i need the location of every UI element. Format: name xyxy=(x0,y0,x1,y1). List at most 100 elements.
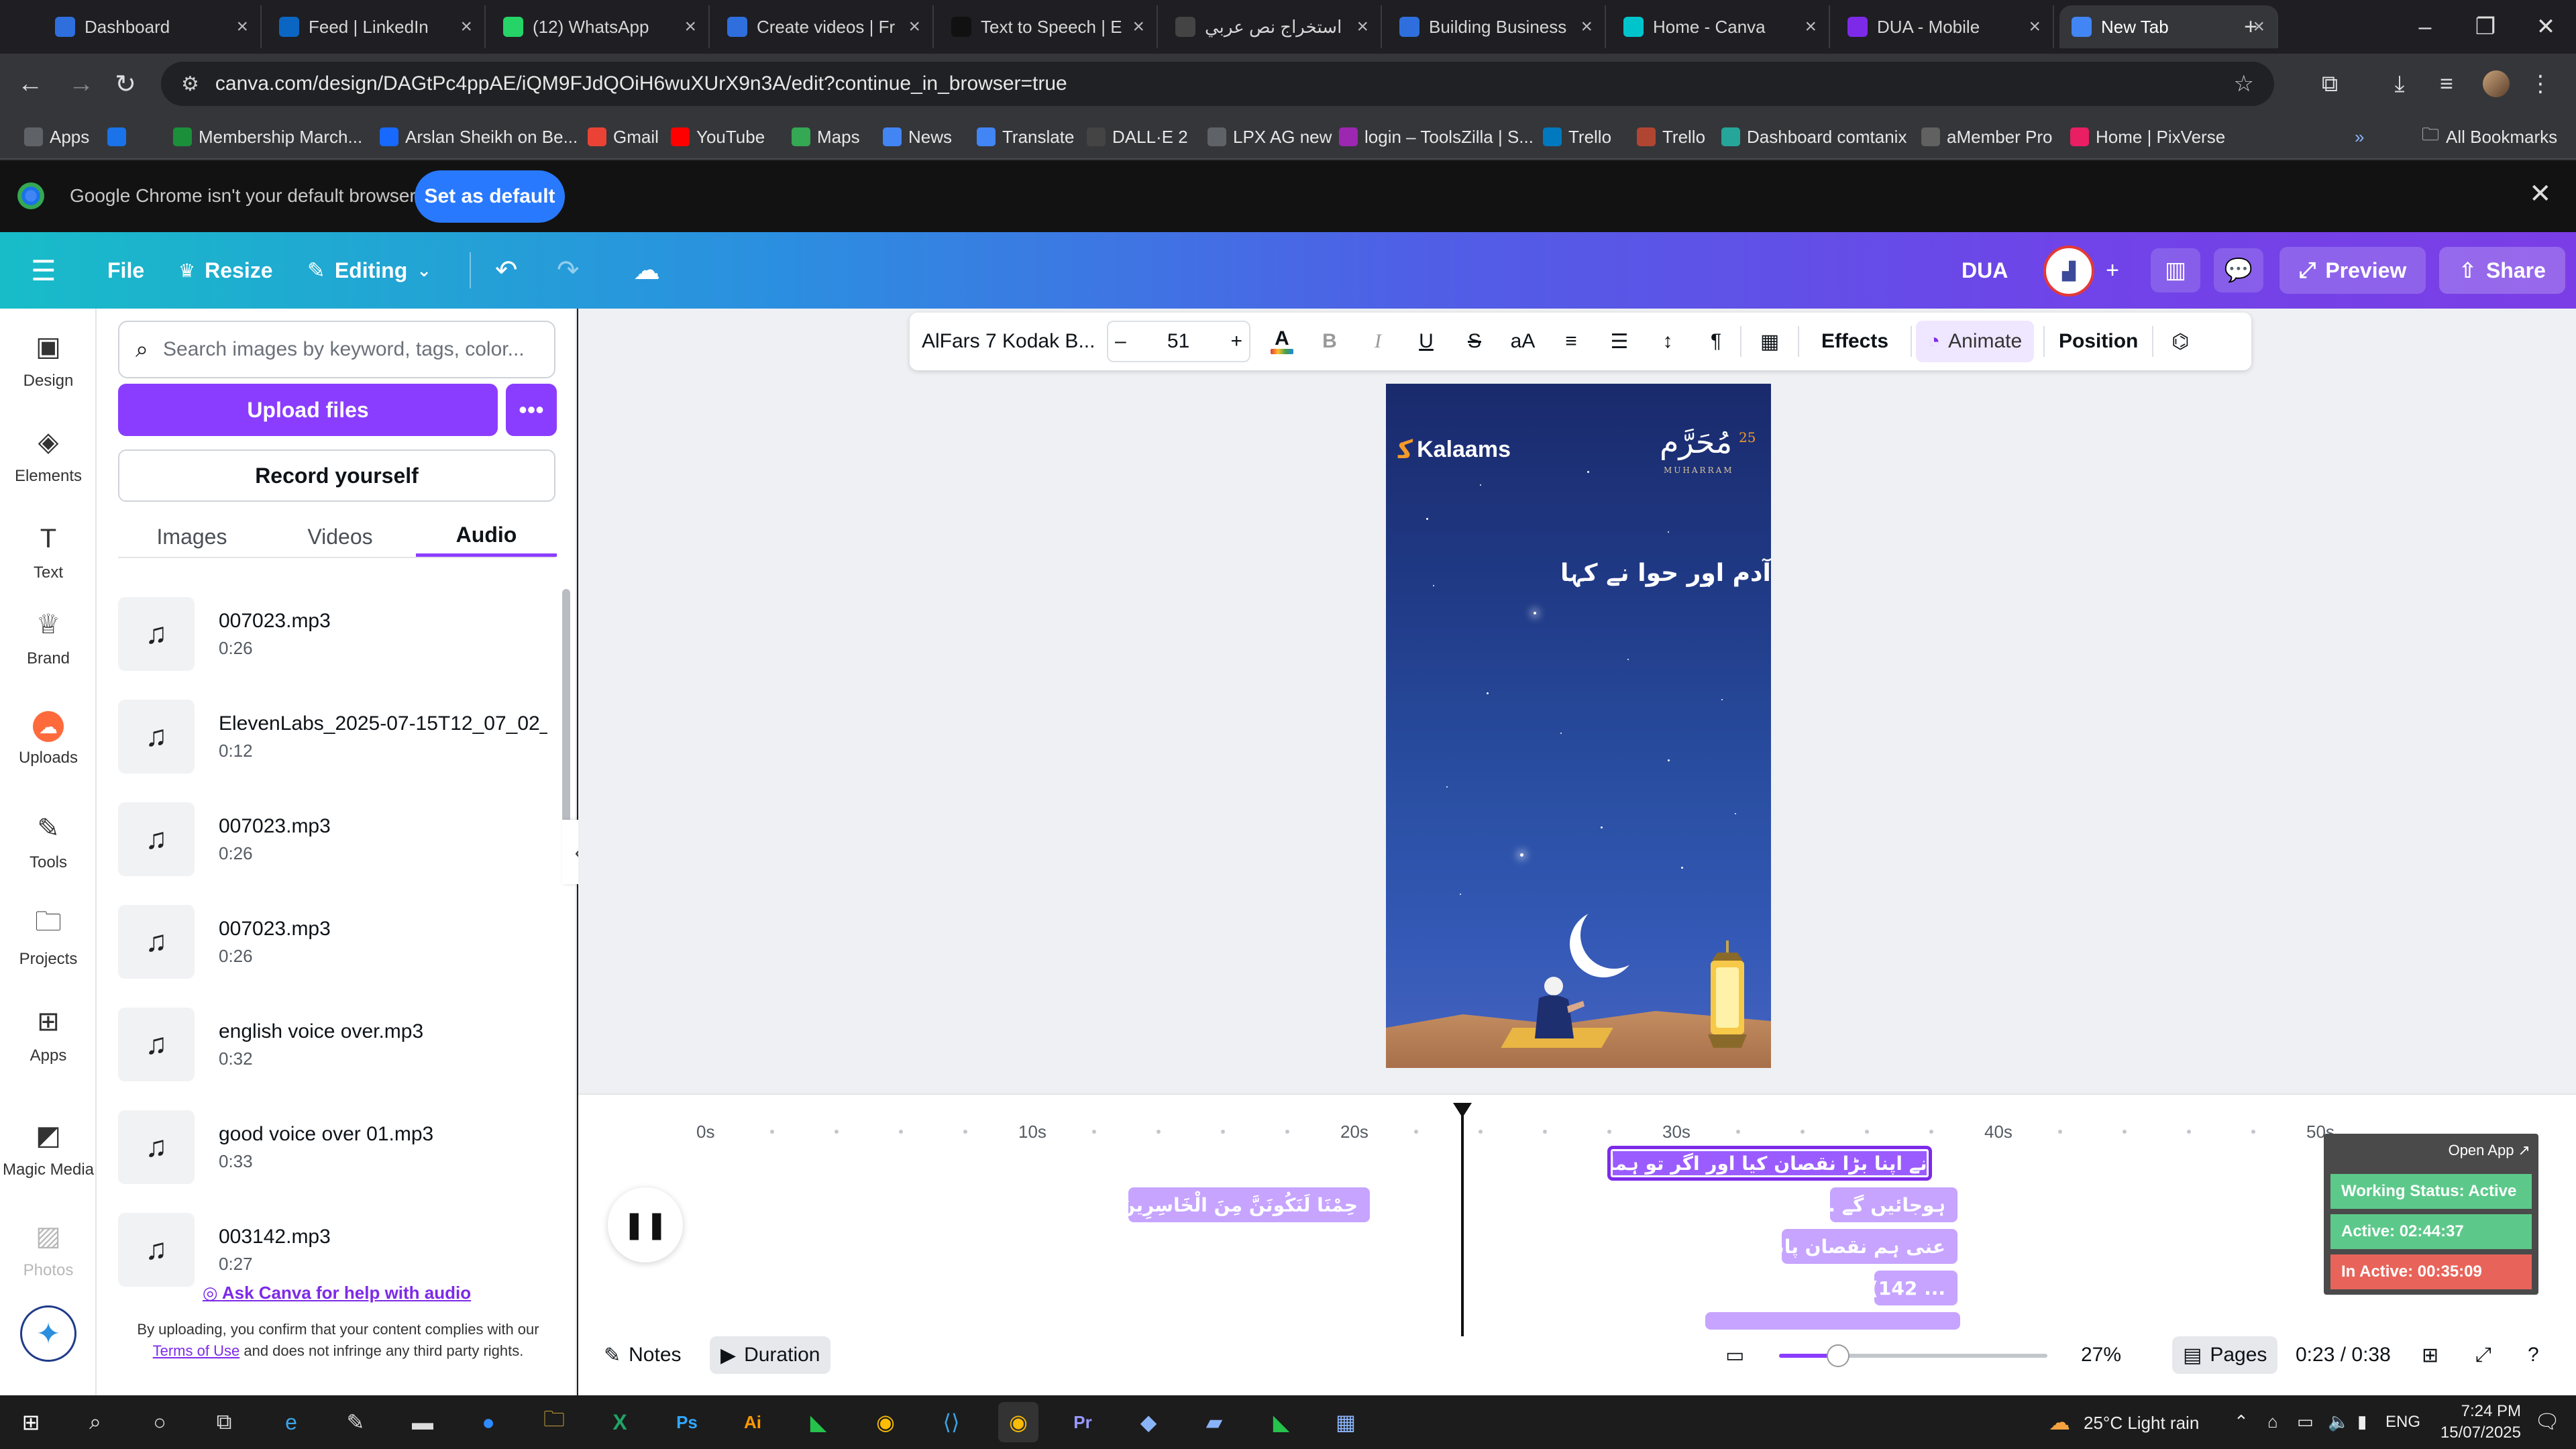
tray-volume-icon[interactable]: 🔈 xyxy=(2328,1411,2349,1432)
list-icon[interactable]: ☰ xyxy=(1595,313,1644,370)
file-menu-button[interactable]: File xyxy=(107,247,144,294)
bookmark-item[interactable]: Arslan Sheikh on Be... xyxy=(380,122,578,152)
rail-item-text[interactable]: T Text xyxy=(0,521,97,582)
close-tab-icon[interactable]: × xyxy=(1132,15,1144,38)
close-tab-icon[interactable]: × xyxy=(460,15,472,38)
animate-button[interactable]: ◔ Animate xyxy=(1916,321,2035,362)
strikethrough-button[interactable]: S xyxy=(1450,313,1499,370)
rail-item-photos[interactable]: ▨ Photos xyxy=(0,1218,97,1280)
timeline-caption-clip[interactable]: ہم نے اپنا بڑا نقصان کیا اور اگر تو ہمار… xyxy=(1607,1146,1932,1181)
clock-date[interactable]: 15/07/2025 xyxy=(2439,1424,2521,1442)
bookmark-item[interactable]: Gmail xyxy=(588,122,659,152)
insights-chart-icon[interactable]: ▥ xyxy=(2151,248,2200,292)
cube-app-icon[interactable]: ◆ xyxy=(1128,1402,1169,1442)
pages-button[interactable]: ▤ Pages xyxy=(2172,1336,2278,1374)
hamburger-menu-icon[interactable]: ☰ xyxy=(31,247,56,294)
ask-canva-help-link[interactable]: ◎ Ask Canva for help with audio xyxy=(97,1283,577,1303)
effects-button[interactable]: Effects xyxy=(1799,313,1911,370)
chrome-active-taskbar-icon[interactable]: ◉ xyxy=(998,1402,1038,1442)
bookmarks-overflow-icon[interactable]: » xyxy=(2355,122,2364,152)
design-title[interactable]: DUA xyxy=(1962,247,2008,294)
all-bookmarks-button[interactable]: 🗀 All Bookmarks xyxy=(2422,122,2557,152)
tab-videos[interactable]: Videos xyxy=(266,517,415,557)
chrome-taskbar-icon[interactable]: ◉ xyxy=(865,1402,906,1442)
audio-list-item[interactable]: ♫ ElevenLabs_2025-07-15T12_07_02_... 0:12 xyxy=(118,693,547,780)
bookmark-item[interactable]: Home | PixVerse xyxy=(2070,122,2225,152)
timeline-playhead[interactable] xyxy=(1461,1108,1464,1336)
letter-spacing-icon[interactable]: ↕ xyxy=(1644,313,1692,370)
rail-item-apps[interactable]: ⊞ Apps xyxy=(0,1004,97,1065)
new-tab-button[interactable]: + xyxy=(2214,0,2288,54)
browser-tab[interactable]: Dashboard × xyxy=(43,5,262,48)
uploads-search-input[interactable]: ⌕ Search images by keyword, tags, color.… xyxy=(118,321,555,378)
bookmark-item[interactable]: Trello xyxy=(1543,122,1611,152)
close-tab-icon[interactable]: × xyxy=(684,15,696,38)
rail-item-design[interactable]: ▣ Design xyxy=(0,329,97,390)
browser-tab[interactable]: Create videos | Fr × xyxy=(715,5,934,48)
forward-arrow-icon[interactable]: → xyxy=(60,63,102,105)
rail-item-elements[interactable]: ◈ Elements xyxy=(0,424,97,486)
browser-tab[interactable]: (12) WhatsApp × xyxy=(491,5,710,48)
align-center-icon[interactable]: ≡ xyxy=(1547,313,1595,370)
site-info-icon[interactable]: ⚙ xyxy=(181,72,199,96)
address-bar[interactable]: ⚙ canva.com/design/DAGtPc4ppAE/iQM9FJdQO… xyxy=(161,62,2274,106)
pause-button[interactable]: ❚❚ xyxy=(608,1187,683,1263)
resize-button[interactable]: ♛ Resize xyxy=(178,247,273,294)
set-as-default-button[interactable]: Set as default xyxy=(415,170,565,223)
help-icon[interactable]: ? xyxy=(2528,1336,2539,1374)
edge-icon[interactable]: e xyxy=(271,1402,311,1442)
notification-icon[interactable]: 🗨 xyxy=(2534,1410,2560,1434)
tab-images[interactable]: Images xyxy=(118,517,266,557)
cortana-icon[interactable]: ○ xyxy=(140,1402,180,1442)
font-size-increase-button[interactable]: + xyxy=(1230,330,1242,353)
terminal-icon[interactable]: ▬ xyxy=(402,1402,443,1442)
browser-tab[interactable]: Home - Canva × xyxy=(1611,5,1830,48)
browser-tab[interactable]: DUA - Mobile × xyxy=(1835,5,2054,48)
timeline-caption-clip[interactable]: (142 ... xyxy=(1874,1271,1957,1305)
calculator-icon[interactable]: ▦ xyxy=(1326,1402,1366,1442)
vscode-icon[interactable]: ⟨⟩ xyxy=(931,1402,971,1442)
tablet-app-icon[interactable]: ▰ xyxy=(1194,1402,1234,1442)
bookmark-item[interactable]: News xyxy=(883,122,952,152)
add-collaborator-icon[interactable]: + xyxy=(2088,248,2137,292)
underline-button[interactable]: U xyxy=(1402,313,1450,370)
bookmark-star-icon[interactable]: ☆ xyxy=(2234,70,2254,97)
close-infobar-icon[interactable]: ✕ xyxy=(2529,178,2552,209)
position-button[interactable]: Position xyxy=(2045,313,2152,370)
browser-tab[interactable]: Text to Speech | E × xyxy=(939,5,1158,48)
more-upload-options-button[interactable]: ••• xyxy=(506,384,557,436)
close-tab-icon[interactable]: × xyxy=(1805,15,1817,38)
bookmark-item[interactable]: LPX AG new xyxy=(1208,122,1332,152)
task-view-icon[interactable]: ⧉ xyxy=(204,1402,244,1442)
notes-button[interactable]: ✎ Notes xyxy=(604,1336,682,1374)
design-canvas-page[interactable]: ﮐ Kalaams مُحَرَّم 25 MUHARRAM آدم اور ح… xyxy=(1386,384,1771,1068)
tab-audio[interactable]: Audio xyxy=(416,517,557,557)
font-size-decrease-button[interactable]: – xyxy=(1115,330,1126,353)
browser-tab[interactable]: Building Business × xyxy=(1387,5,1606,48)
close-tab-icon[interactable]: × xyxy=(908,15,920,38)
taskbar-search-icon[interactable]: ⌕ xyxy=(75,1402,115,1442)
magic-sparkle-icon[interactable]: ✦ xyxy=(20,1305,76,1362)
tray-chevron-icon[interactable]: ⌃ xyxy=(2234,1411,2249,1432)
windows-start-icon[interactable]: ⊞ xyxy=(11,1402,51,1442)
bookmark-item[interactable]: Trello xyxy=(1637,122,1705,152)
pen-app-icon[interactable]: ✎ xyxy=(335,1402,376,1442)
bookmark-item[interactable]: login – ToolsZilla | S... xyxy=(1339,122,1534,152)
terms-of-use-link[interactable]: Terms of Use xyxy=(153,1342,240,1359)
transparency-checker-icon[interactable]: ▦ xyxy=(1741,313,1798,370)
zoom-slider-handle[interactable] xyxy=(1827,1344,1849,1367)
text-direction-icon[interactable]: ¶ xyxy=(1692,313,1740,370)
illustrator-icon[interactable]: Ai xyxy=(733,1402,773,1442)
close-tab-icon[interactable]: × xyxy=(2029,15,2041,38)
rail-item-projects[interactable]: 🗀 Projects xyxy=(0,907,97,969)
tray-display-icon[interactable]: ▭ xyxy=(2297,1411,2314,1432)
redo-icon[interactable]: ↷ xyxy=(557,247,580,294)
zoom-app-icon[interactable]: ● xyxy=(468,1402,508,1442)
language-indicator[interactable]: ENG xyxy=(2385,1413,2420,1432)
tray-network-icon[interactable]: ⌂ xyxy=(2267,1411,2278,1432)
record-yourself-button[interactable]: Record yourself xyxy=(118,449,555,502)
browser-tab[interactable]: Feed | LinkedIn × xyxy=(267,5,486,48)
media-control-icon[interactable]: ≡ xyxy=(2428,66,2465,102)
duration-button[interactable]: ▶ Duration xyxy=(710,1336,831,1374)
bookmark-item[interactable]: Apps xyxy=(24,122,89,152)
